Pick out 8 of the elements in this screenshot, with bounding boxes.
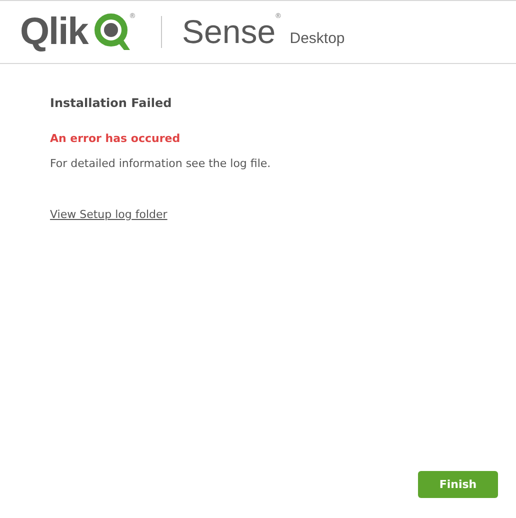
edition-label: Desktop [290,30,345,46]
brand-logo-text: Qlik [20,10,88,54]
info-text: For detailed information see the log file. [50,157,272,170]
dialog-title: Installation Failed [50,96,173,110]
product-name: Sense [182,13,276,51]
log-folder-link[interactable]: View Setup log folder [50,208,168,221]
error-message: An error has occured [50,132,182,145]
logo-q-icon [94,13,130,51]
